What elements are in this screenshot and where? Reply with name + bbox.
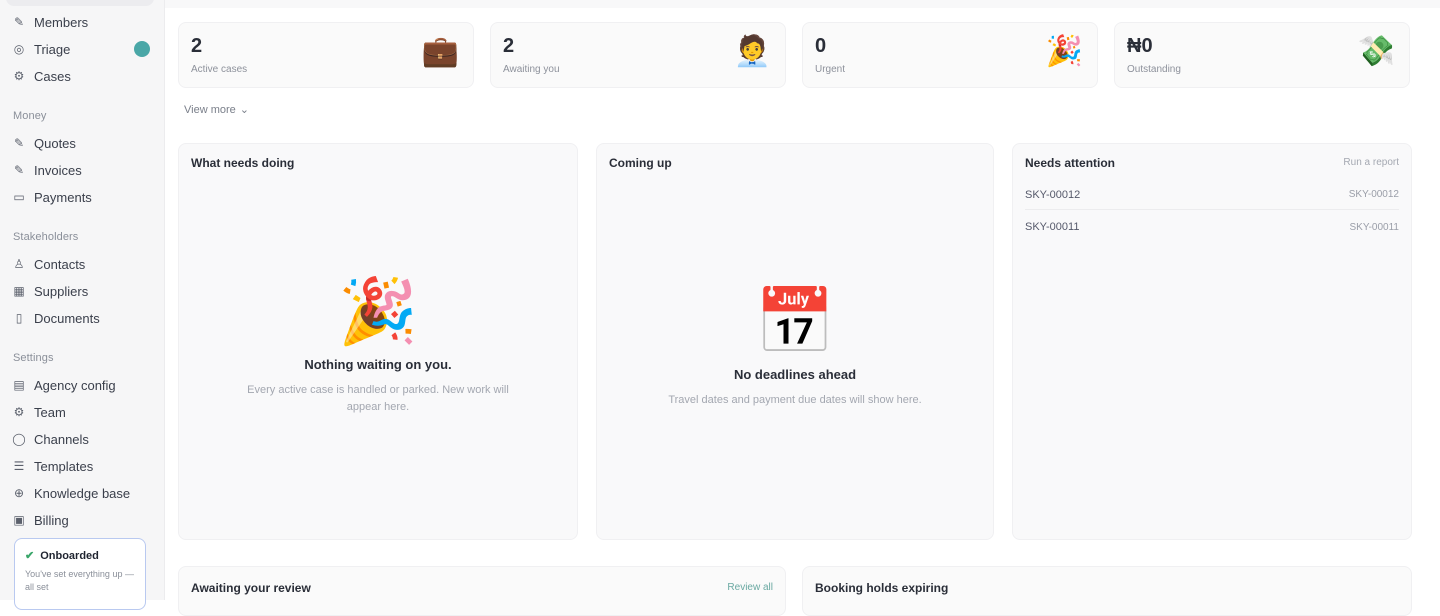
needs-attention-panel: Needs attention Run a report SKY-00012 S…: [1012, 143, 1412, 540]
empty-state: 📅 No deadlines ahead Travel dates and pa…: [597, 289, 993, 409]
stat-value: 2: [503, 35, 515, 57]
empty-state-title: No deadlines ahead: [733, 367, 857, 382]
stat-illustration-icon: 🎉: [1045, 35, 1083, 68]
booking-holds-panel: Booking holds expiring: [802, 566, 1412, 616]
what-needs-doing-panel: What needs doing 🎉 Nothing waiting on yo…: [178, 143, 578, 540]
stat-value: ₦0: [1127, 35, 1153, 57]
stat-card[interactable]: 2 Active cases 💼: [178, 22, 474, 88]
top-bar: [165, 0, 1440, 8]
panel-title: What needs doing: [191, 156, 295, 170]
coming-up-panel: Coming up 📅 No deadlines ahead Travel da…: [596, 143, 994, 540]
awaiting-review-panel: Awaiting your review Review all: [178, 566, 786, 616]
stat-label: Urgent: [815, 64, 846, 75]
attention-row-name: SKY-00012: [1025, 188, 1081, 201]
view-more-link[interactable]: View more ⌄: [184, 103, 249, 117]
stat-illustration-icon: 💼: [421, 35, 459, 68]
empty-state-text: Travel dates and payment due dates will …: [668, 394, 922, 406]
stat-illustration-icon: 🧑‍💼: [733, 35, 771, 68]
stat-label: Active cases: [191, 64, 248, 75]
stat-card[interactable]: ₦0 Outstanding 💸: [1114, 22, 1410, 88]
stat-value: 0: [815, 35, 827, 57]
review-all-link[interactable]: Review all: [727, 582, 773, 593]
stat-card[interactable]: 2 Awaiting you 🧑‍💼: [490, 22, 786, 88]
empty-state: 🎉 Nothing waiting on you. Every active c…: [179, 279, 577, 415]
panel-title: Booking holds expiring: [815, 581, 949, 595]
attention-row-ref: SKY-00011: [1349, 221, 1400, 233]
chevron-down-icon: ⌄: [239, 104, 249, 116]
stat-card[interactable]: 0 Urgent 🎉: [802, 22, 1098, 88]
attention-row[interactable]: SKY-00012 SKY-00012: [1025, 180, 1399, 210]
dashboard-content: View more ⌄ What needs doing 🎉 Nothing w…: [0, 0, 1440, 616]
attention-row[interactable]: SKY-00011 SKY-00011: [1025, 212, 1399, 242]
party-popper-icon: 🎉: [338, 275, 418, 347]
empty-state-text: Every active case is handled or parked. …: [247, 384, 509, 413]
stat-label: Awaiting you: [503, 64, 560, 75]
panel-title: Awaiting your review: [191, 581, 311, 595]
calendar-icon: 📅: [755, 285, 835, 357]
view-more-label: View more: [184, 103, 236, 116]
stat-value: 2: [191, 35, 203, 57]
attention-row-name: SKY-00011: [1025, 221, 1080, 233]
run-report-link[interactable]: Run a report: [1343, 157, 1399, 168]
stat-label: Outstanding: [1127, 64, 1181, 75]
stat-illustration-icon: 💸: [1357, 35, 1395, 68]
empty-state-title: Nothing waiting on you.: [304, 357, 452, 372]
panel-title: Needs attention: [1025, 156, 1116, 170]
panel-title: Coming up: [609, 156, 672, 170]
attention-row-ref: SKY-00012: [1348, 189, 1399, 200]
